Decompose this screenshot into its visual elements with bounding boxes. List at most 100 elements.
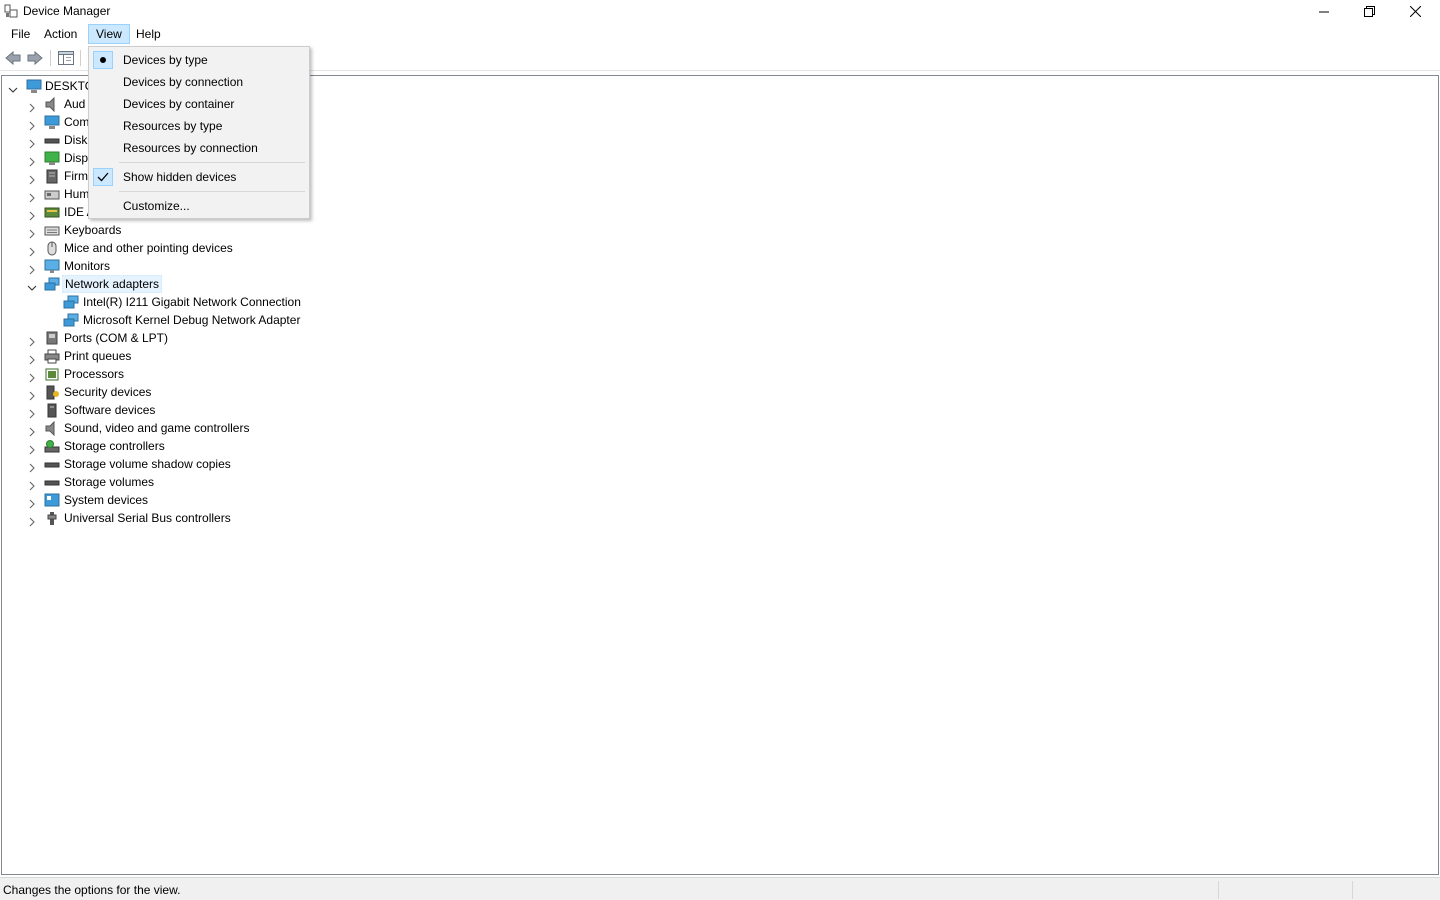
chevron-right-icon[interactable] bbox=[27, 406, 37, 419]
checkmark-icon bbox=[93, 168, 113, 186]
tree-item-label: Software devices bbox=[64, 403, 156, 417]
tree-category[interactable]: Universal Serial Bus controllers bbox=[2, 509, 1402, 527]
tree-item-label: Storage volume shadow copies bbox=[64, 457, 231, 471]
tree-item-label: Aud bbox=[64, 97, 86, 111]
menu-bar: File Action View Help bbox=[0, 23, 1440, 44]
tree-item-label: Hum bbox=[64, 187, 90, 201]
console-tree-icon bbox=[58, 51, 74, 65]
network-icon bbox=[63, 313, 79, 328]
mouse-icon bbox=[44, 241, 60, 256]
menu-item-label: Show hidden devices bbox=[123, 170, 237, 184]
chevron-right-icon[interactable] bbox=[27, 190, 37, 203]
chevron-right-icon[interactable] bbox=[27, 262, 37, 275]
tree-item-label: Intel(R) I211 Gigabit Network Connection bbox=[83, 295, 301, 309]
chevron-down-icon[interactable] bbox=[8, 82, 18, 93]
chevron-right-icon[interactable] bbox=[27, 136, 37, 149]
menu-item-resources-by-type[interactable]: Resources by type bbox=[91, 115, 307, 137]
tree-item-label: Microsoft Kernel Debug Network Adapter bbox=[83, 313, 301, 327]
tree-category[interactable]: System devices bbox=[2, 491, 1402, 509]
tree-category[interactable]: Print queues bbox=[2, 347, 1402, 365]
menu-item-label: Devices by type bbox=[123, 53, 208, 67]
menu-view[interactable]: View bbox=[88, 24, 130, 44]
tree-device[interactable]: Microsoft Kernel Debug Network Adapter bbox=[2, 311, 1402, 329]
chevron-right-icon[interactable] bbox=[27, 154, 37, 167]
chevron-right-icon[interactable] bbox=[27, 496, 37, 509]
speaker-icon bbox=[44, 420, 60, 437]
chevron-right-icon[interactable] bbox=[27, 352, 37, 365]
tree-category[interactable]: Storage volume shadow copies bbox=[2, 455, 1402, 473]
menu-item-customize[interactable]: Customize... bbox=[91, 195, 307, 217]
chevron-right-icon[interactable] bbox=[27, 460, 37, 473]
restore-button[interactable] bbox=[1346, 0, 1392, 23]
window-title: Device Manager bbox=[23, 4, 111, 18]
disk-icon bbox=[44, 133, 60, 148]
monitor-icon bbox=[44, 259, 60, 274]
tree-category[interactable]: Software devices bbox=[2, 401, 1402, 419]
menu-item-label: Resources by connection bbox=[123, 141, 258, 155]
device-manager-icon bbox=[4, 4, 18, 18]
forward-button[interactable] bbox=[25, 49, 45, 67]
computer-icon bbox=[44, 115, 60, 130]
chevron-right-icon[interactable] bbox=[27, 118, 37, 131]
tree-category[interactable]: Ports (COM & LPT) bbox=[2, 329, 1402, 347]
chevron-right-icon[interactable] bbox=[27, 172, 37, 185]
hid-icon bbox=[44, 187, 60, 202]
tree-category[interactable]: Security devices bbox=[2, 383, 1402, 401]
usb-icon bbox=[44, 511, 60, 526]
tree-category[interactable]: Storage volumes bbox=[2, 473, 1402, 491]
chevron-right-icon[interactable] bbox=[27, 100, 37, 113]
menu-separator bbox=[119, 191, 305, 192]
tree-category[interactable]: Monitors bbox=[2, 257, 1402, 275]
minimize-button[interactable] bbox=[1301, 0, 1347, 23]
menu-file[interactable]: File bbox=[4, 24, 37, 44]
tree-item-label: Mice and other pointing devices bbox=[64, 241, 233, 255]
tree-category[interactable]: Processors bbox=[2, 365, 1402, 383]
ide-icon bbox=[44, 205, 60, 220]
menu-item-label: Devices by container bbox=[123, 97, 235, 111]
tree-category[interactable]: Mice and other pointing devices bbox=[2, 239, 1402, 257]
back-button[interactable] bbox=[3, 49, 23, 67]
menu-item-label: Devices by connection bbox=[123, 75, 244, 89]
tree-item-label: Sound, video and game controllers bbox=[64, 421, 250, 435]
firmware-icon bbox=[44, 169, 60, 184]
back-arrow-icon bbox=[5, 51, 21, 65]
chevron-right-icon[interactable] bbox=[27, 514, 37, 527]
chevron-right-icon[interactable] bbox=[27, 244, 37, 257]
tree-device[interactable]: Intel(R) I211 Gigabit Network Connection bbox=[2, 293, 1402, 311]
storage-controller-icon bbox=[44, 439, 60, 454]
tree-category[interactable]: Sound, video and game controllers bbox=[2, 419, 1402, 437]
tree-category[interactable]: Storage controllers bbox=[2, 437, 1402, 455]
status-pane bbox=[1352, 881, 1353, 899]
chevron-right-icon[interactable] bbox=[27, 478, 37, 491]
menu-item-resources-by-connection[interactable]: Resources by connection bbox=[91, 137, 307, 159]
show-hide-console-tree-button[interactable] bbox=[56, 49, 76, 67]
menu-item-devices-by-container[interactable]: Devices by container bbox=[91, 93, 307, 115]
chevron-right-icon[interactable] bbox=[27, 442, 37, 455]
toolbar-separator bbox=[50, 50, 51, 66]
chevron-right-icon[interactable] bbox=[27, 226, 37, 239]
chevron-right-icon[interactable] bbox=[27, 424, 37, 437]
speaker-icon bbox=[44, 96, 60, 113]
status-text: Changes the options for the view. bbox=[3, 883, 181, 897]
tree-item-label: Security devices bbox=[64, 385, 152, 399]
tree-category[interactable]: Network adapters bbox=[2, 275, 1402, 293]
menu-action[interactable]: Action bbox=[37, 24, 84, 44]
tree-category[interactable]: Keyboards bbox=[2, 221, 1402, 239]
processor-icon bbox=[44, 367, 60, 382]
chevron-right-icon[interactable] bbox=[27, 370, 37, 383]
menu-help[interactable]: Help bbox=[129, 24, 168, 44]
chevron-right-icon[interactable] bbox=[27, 388, 37, 401]
keyboard-icon bbox=[44, 223, 60, 238]
chevron-right-icon[interactable] bbox=[27, 208, 37, 221]
system-icon bbox=[44, 493, 60, 508]
chevron-down-icon[interactable] bbox=[27, 280, 37, 291]
close-button[interactable] bbox=[1392, 0, 1438, 23]
tree-item-label: Com bbox=[64, 115, 90, 129]
chevron-right-icon[interactable] bbox=[27, 334, 37, 347]
tree-item-label: Ports (COM & LPT) bbox=[64, 331, 169, 345]
disk-icon bbox=[44, 475, 60, 490]
menu-item-devices-by-type[interactable]: Devices by type bbox=[91, 49, 307, 71]
menu-item-devices-by-connection[interactable]: Devices by connection bbox=[91, 71, 307, 93]
menu-item-show-hidden-devices[interactable]: Show hidden devices bbox=[91, 166, 307, 188]
tree-item-label: Disk bbox=[64, 133, 88, 147]
